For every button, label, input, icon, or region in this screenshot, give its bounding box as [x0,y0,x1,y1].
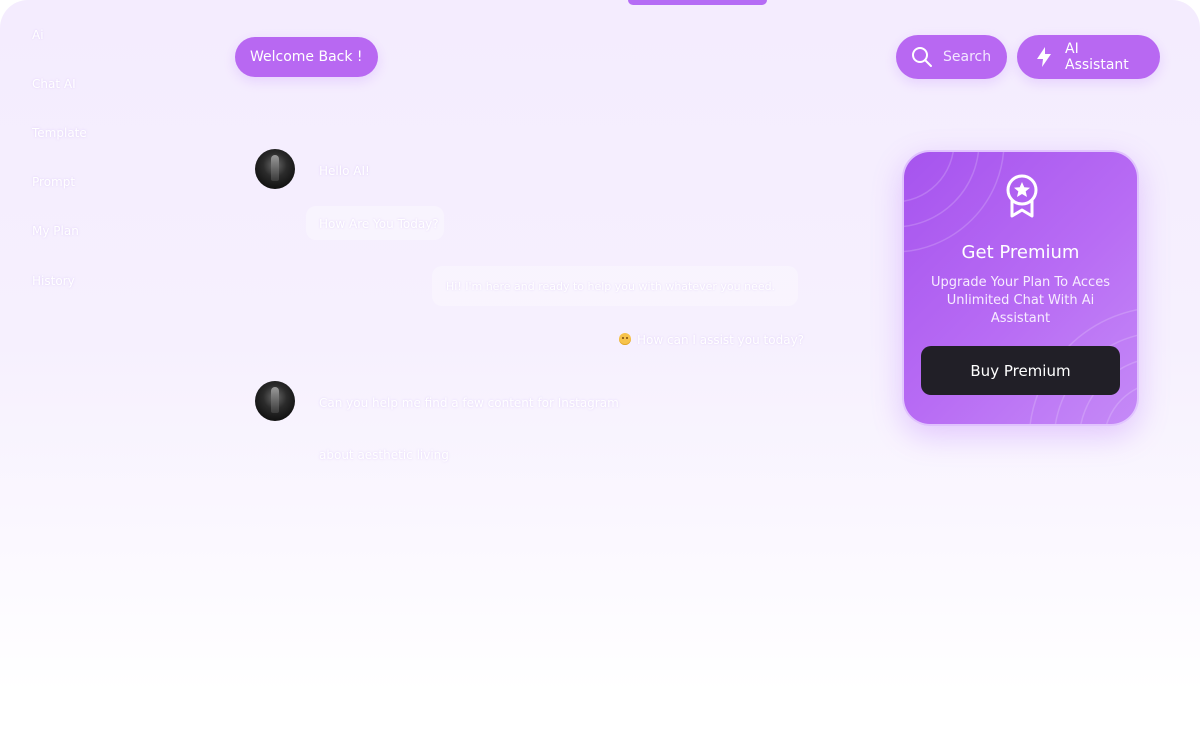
avatar [255,149,295,189]
welcome-badge: Welcome Back ! [235,37,378,77]
premium-card: Get Premium Upgrade Your Plan To Acces U… [902,150,1139,426]
chat-message-ai: How can I assist you today? [637,333,805,347]
search-icon [911,46,933,68]
chat-message-ai: Hi! I'm here and ready to help you with … [446,280,776,293]
buy-premium-label: Buy Premium [970,361,1071,380]
ai-assistant-button[interactable]: AI Assistant [1017,35,1160,79]
chat-message-user: Hello AI! [319,164,370,178]
search-button[interactable]: Search [896,35,1007,79]
sidebar-item-prompt[interactable]: Prompt [32,175,75,189]
sidebar-item-chat-ai[interactable]: Chat AI [32,77,76,91]
welcome-text: Welcome Back ! [250,49,363,65]
sidebar-item-ai[interactable]: Ai [32,28,44,42]
smile-emoji-icon [619,333,631,345]
premium-title: Get Premium [961,242,1080,263]
ai-assistant-label: AI Assistant [1065,41,1129,73]
app-window: Ai Chat AI Template Prompt My Plan Histo… [0,0,1200,752]
sidebar-item-my-plan[interactable]: My Plan [32,224,79,238]
sidebar-item-template[interactable]: Template [32,126,87,140]
award-badge-icon [1004,174,1040,222]
sidebar-item-history[interactable]: History [32,274,75,288]
avatar [255,381,295,421]
chat-message-user: about aesthetic living [319,448,449,462]
chat-message-user: How Are You Today? [319,217,439,231]
premium-description: Upgrade Your Plan To Acces Unlimited Cha… [931,275,1110,326]
lightning-icon [1033,46,1055,68]
search-label: Search [943,49,992,65]
chat-message-user: Can you help me find a few content for I… [319,396,619,410]
top-indicator [628,0,767,5]
buy-premium-button[interactable]: Buy Premium [921,346,1120,395]
